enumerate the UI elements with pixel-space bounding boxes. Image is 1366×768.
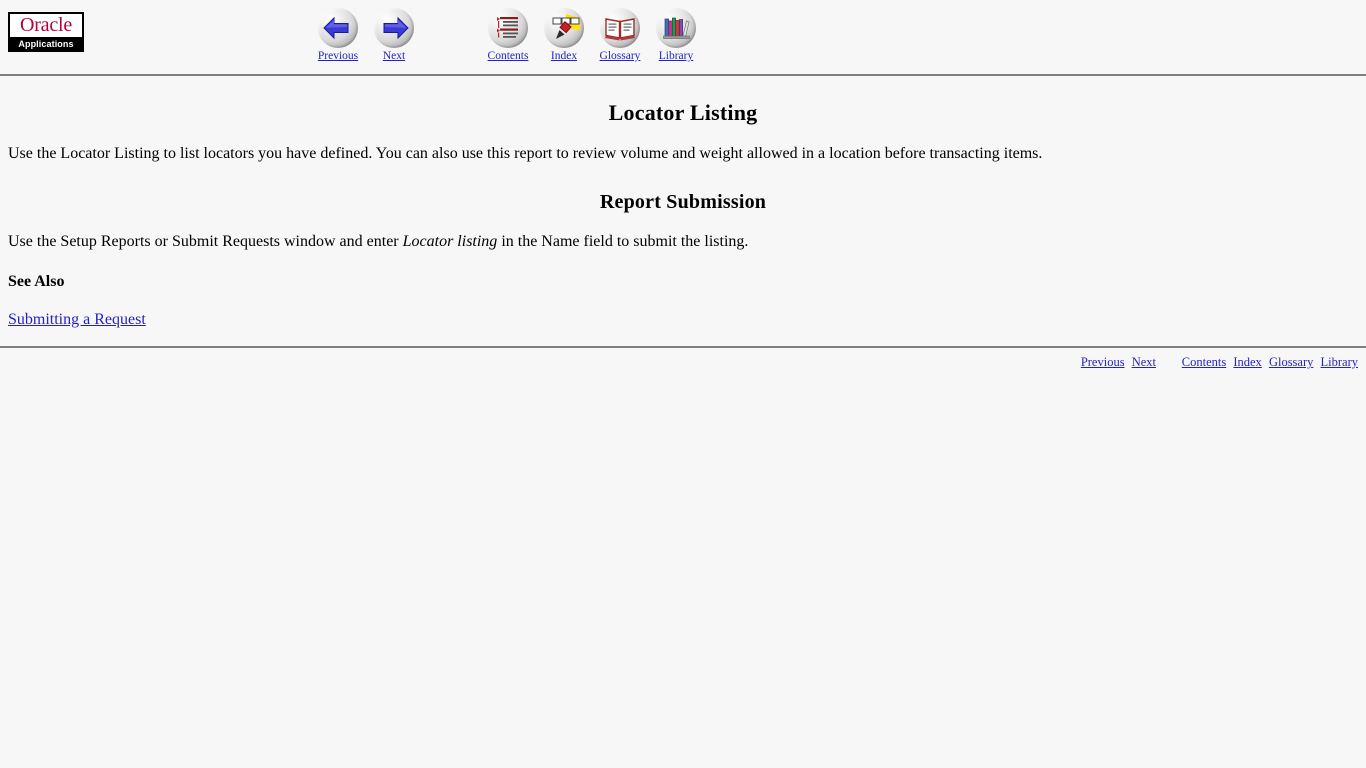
nav-previous-button[interactable]: Previous [310, 8, 366, 62]
nav-previous-label: Previous [317, 50, 359, 62]
nav-contents-label: Contents [487, 50, 529, 62]
right-arrow-icon [374, 8, 414, 48]
footer-group-prev-next: Previous Next [1081, 355, 1156, 370]
footer-navigation: Previous Next Contents Index Glossary Li… [0, 348, 1366, 376]
link-submitting-a-request[interactable]: Submitting a Request [8, 311, 146, 328]
nav-glossary-button[interactable]: Glossary [592, 8, 648, 62]
nav-next-label: Next [382, 50, 406, 62]
footer-link-index[interactable]: Index [1233, 355, 1261, 369]
footer-link-library[interactable]: Library [1321, 355, 1358, 369]
left-arrow-icon [318, 8, 358, 48]
page-title: Locator Listing [608, 100, 758, 125]
library-bookshelf-icon [656, 8, 696, 48]
section-title-report-submission: Report Submission [599, 191, 767, 213]
footer-link-contents[interactable]: Contents [1182, 355, 1226, 369]
oracle-product-text: Applications [18, 39, 74, 49]
footer-link-previous[interactable]: Previous [1081, 355, 1125, 369]
index-highlighter-icon [544, 8, 584, 48]
nav-contents-button[interactable]: Contents [480, 8, 536, 62]
oracle-applications-logo: Oracle Applications [8, 12, 84, 52]
footer-link-glossary[interactable]: Glossary [1269, 355, 1313, 369]
submission-prefix-text: Use the Setup Reports or Submit Requests… [8, 233, 403, 250]
report-submission-paragraph: Use the Setup Reports or Submit Requests… [8, 232, 1358, 251]
nav-glossary-label: Glossary [599, 50, 641, 62]
intro-paragraph: Use the Locator Listing to list locators… [8, 145, 1043, 162]
nav-group-books: Contents Index Glossary Library [480, 8, 704, 62]
submission-report-name: Locator listing [402, 233, 498, 250]
top-navigation-bar: Oracle Applications Previous Next Conten… [0, 0, 1366, 74]
footer-link-next[interactable]: Next [1132, 355, 1156, 369]
nav-group-prev-next: Previous Next [310, 8, 422, 62]
nav-index-label: Index [550, 50, 578, 62]
header-divider [0, 74, 1366, 76]
oracle-brand-text: Oracle [10, 14, 82, 37]
see-also-paragraph: Submitting a Request [8, 311, 1358, 329]
glossary-open-book-icon [600, 8, 640, 48]
nav-library-button[interactable]: Library [648, 8, 704, 62]
nav-next-button[interactable]: Next [366, 8, 422, 62]
main-content: Locator Listing Use the Locator Listing … [0, 100, 1366, 329]
nav-library-label: Library [658, 50, 694, 62]
contents-list-icon [488, 8, 528, 48]
see-also-heading: See Also [8, 273, 65, 290]
nav-index-button[interactable]: Index [536, 8, 592, 62]
footer-group-books: Contents Index Glossary Library [1182, 355, 1358, 370]
submission-suffix-text: in the Name field to submit the listing. [497, 233, 749, 250]
